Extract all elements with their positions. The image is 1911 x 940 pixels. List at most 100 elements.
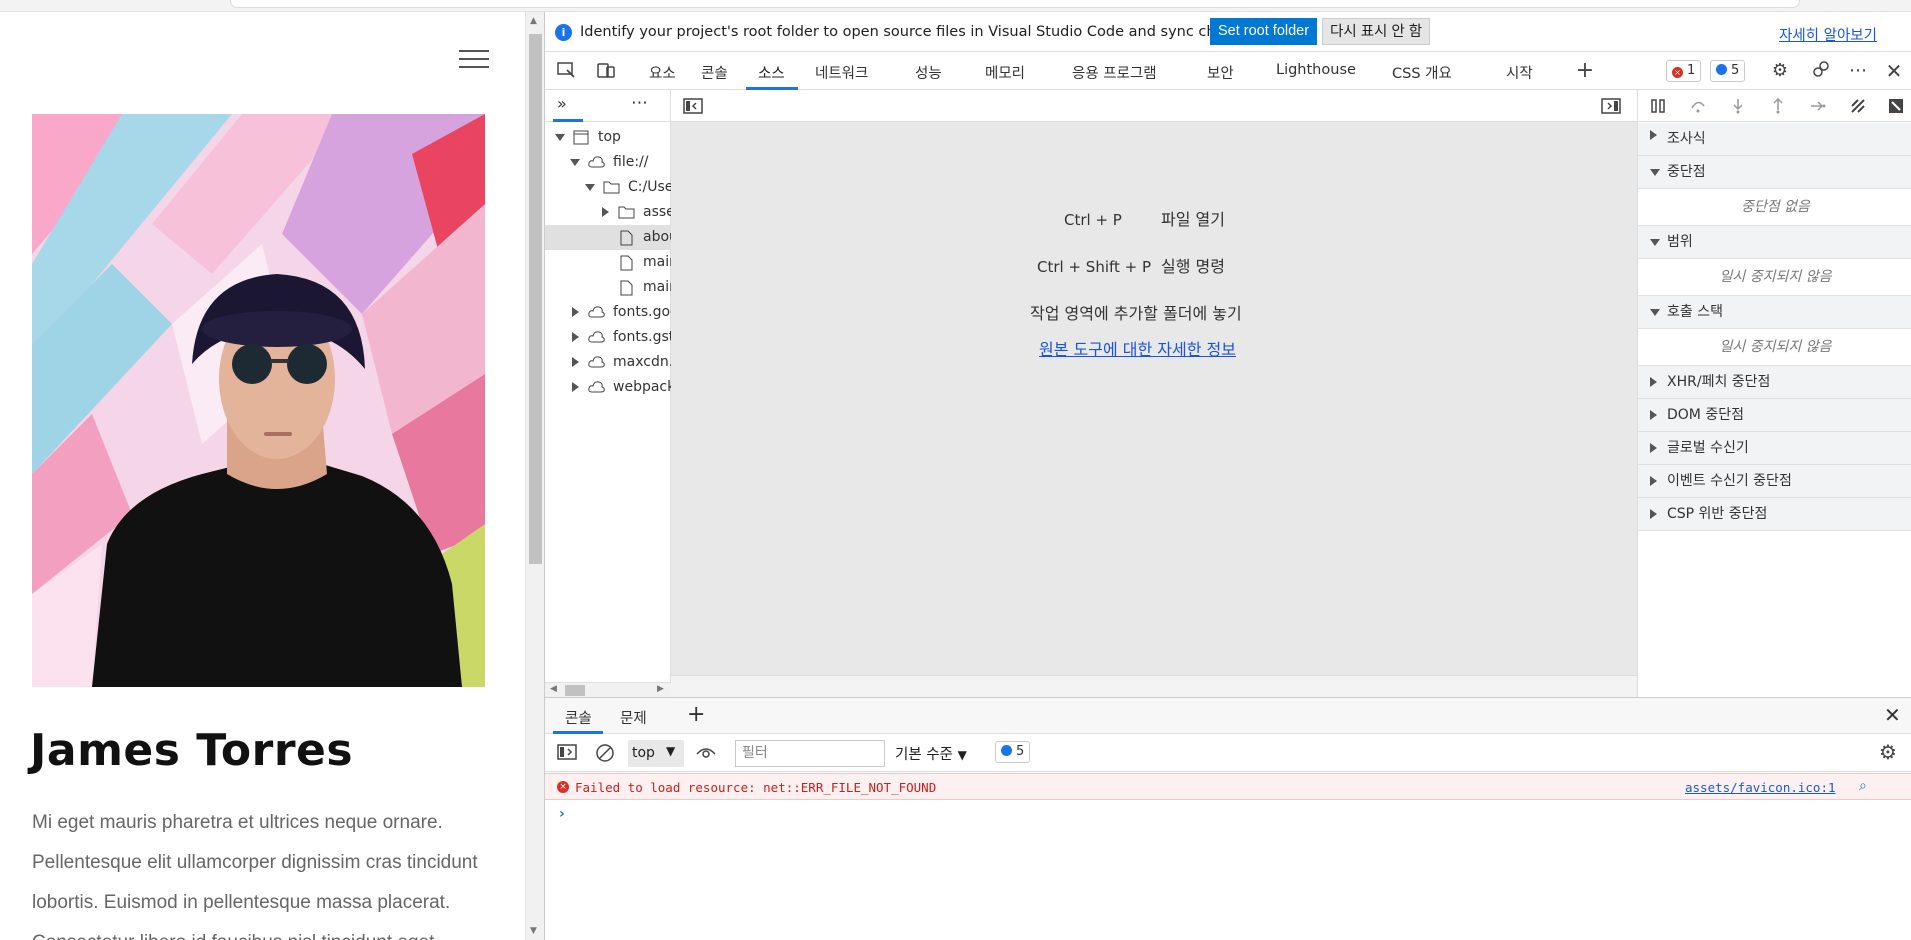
tree-item-main-file[interactable]: main: [545, 275, 671, 300]
collapse-arrow-icon[interactable]: [572, 382, 579, 392]
scroll-right-icon[interactable]: ▶: [657, 684, 664, 694]
pause-icon[interactable]: [1650, 98, 1666, 114]
expand-arrow-icon[interactable]: [1650, 239, 1660, 246]
drawer-tab-issues[interactable]: 문제: [620, 707, 647, 728]
pause-on-exceptions-icon[interactable]: [1888, 98, 1904, 114]
tab-welcome[interactable]: 시작: [1506, 62, 1533, 83]
close-devtools-icon[interactable]: ✕: [1883, 60, 1905, 82]
tab-css-overview[interactable]: CSS 개요: [1392, 62, 1452, 83]
console-filter-input[interactable]: 필터: [735, 740, 885, 767]
tree-item-top[interactable]: top: [545, 125, 671, 150]
expand-arrow-icon[interactable]: [555, 134, 565, 141]
step-icon[interactable]: [1810, 98, 1826, 114]
tab-application[interactable]: 응용 프로그램: [1072, 62, 1157, 83]
devtools-panel: i Identify your project's root folder to…: [544, 12, 1911, 940]
tab-lighthouse[interactable]: Lighthouse: [1276, 62, 1356, 78]
more-tabs-icon[interactable]: »: [557, 94, 567, 113]
context-selector[interactable]: top ▼: [628, 740, 684, 767]
search-icon[interactable]: ⌕: [1859, 778, 1867, 794]
tab-elements[interactable]: 요소: [649, 62, 676, 83]
live-expression-eye-icon[interactable]: [696, 745, 716, 761]
tab-network[interactable]: 네트워크: [815, 62, 868, 83]
sources-learn-more-link[interactable]: 원본 도구에 대한 자세한 정보: [1039, 336, 1236, 360]
tree-item-fonts-googleapis[interactable]: fonts.googleapis: [545, 300, 671, 325]
collapse-arrow-icon[interactable]: [572, 332, 579, 342]
call-stack-section[interactable]: 호출 스택: [1638, 296, 1911, 329]
address-bar[interactable]: [230, 0, 1800, 8]
add-tab-icon[interactable]: +: [1574, 60, 1596, 82]
tree-item-assets-folder[interactable]: assets: [545, 200, 671, 225]
collapse-arrow-icon[interactable]: [1650, 410, 1657, 420]
navigator-menu-icon[interactable]: ⋯: [631, 93, 648, 113]
drawer-tab-console[interactable]: 콘솔: [565, 707, 592, 728]
xhr-breakpoints-section[interactable]: XHR/페치 중단점: [1638, 366, 1911, 399]
collapse-arrow-icon[interactable]: [602, 207, 609, 217]
bio-line: lobortis. Euismod in pellentesque massa …: [32, 892, 451, 913]
expand-arrow-icon[interactable]: [570, 159, 580, 166]
scope-section[interactable]: 범위: [1638, 226, 1911, 259]
console-prompt-chevron-icon[interactable]: ›: [559, 806, 565, 822]
set-root-folder-button[interactable]: Set root folder: [1210, 18, 1318, 45]
scroll-down-icon[interactable]: ▼: [530, 926, 537, 936]
tab-sources[interactable]: 소스: [758, 62, 785, 83]
console-settings-gear-icon[interactable]: ⚙: [1879, 740, 1897, 764]
tab-performance[interactable]: 성능: [915, 62, 942, 83]
tree-item-webpack[interactable]: webpack: [545, 375, 671, 400]
tree-item-main-file[interactable]: main: [545, 250, 671, 275]
close-drawer-icon[interactable]: ✕: [1884, 703, 1901, 727]
collapse-arrow-icon[interactable]: [572, 357, 579, 367]
watch-section[interactable]: 조사식: [1638, 123, 1911, 156]
scroll-up-icon[interactable]: ▲: [530, 16, 537, 26]
navigator-scroll-thumb[interactable]: [565, 685, 585, 696]
collapse-arrow-icon[interactable]: [1650, 509, 1657, 519]
error-count-badge[interactable]: × 1: [1666, 60, 1702, 82]
csp-violation-breakpoints-section[interactable]: CSP 위반 중단점: [1638, 498, 1911, 531]
clear-console-icon[interactable]: [595, 743, 615, 763]
collapse-arrow-icon[interactable]: [1650, 476, 1657, 486]
error-source-link[interactable]: assets/favicon.ico:1: [1685, 780, 1836, 795]
tree-item-file[interactable]: file://: [545, 150, 671, 175]
connection-icon[interactable]: [1810, 60, 1832, 82]
tree-item-fonts-gstatic[interactable]: fonts.gstatic: [545, 325, 671, 350]
dont-show-again-button[interactable]: 다시 표시 안 함: [1322, 18, 1431, 45]
global-listeners-section[interactable]: 글로벌 수신기: [1638, 432, 1911, 465]
learn-more-link[interactable]: 자세히 알아보기: [1779, 24, 1877, 45]
device-emulation-icon[interactable]: [595, 60, 617, 82]
step-into-icon[interactable]: [1730, 98, 1746, 114]
debugger-toolbar: [1638, 90, 1911, 122]
breakpoints-section[interactable]: 중단점: [1638, 156, 1911, 189]
deactivate-breakpoints-icon[interactable]: [1850, 98, 1866, 114]
console-message-count-badge[interactable]: 5: [995, 741, 1031, 763]
tab-console[interactable]: 콘솔: [701, 62, 728, 83]
tab-security[interactable]: 보안: [1207, 62, 1234, 83]
drawer-add-tab-icon[interactable]: +: [687, 702, 705, 727]
scroll-left-icon[interactable]: ◀: [550, 684, 557, 694]
collapse-arrow-icon[interactable]: [572, 307, 579, 317]
step-over-icon[interactable]: [1690, 98, 1706, 114]
toggle-debugger-icon[interactable]: [1601, 98, 1621, 114]
settings-gear-icon[interactable]: ⚙: [1769, 60, 1791, 82]
message-count-badge[interactable]: 5: [1710, 60, 1746, 82]
navigator-horizontal-scrollbar[interactable]: ◀ ▶: [545, 682, 671, 697]
tree-item-about-file[interactable]: about: [545, 225, 671, 250]
expand-arrow-icon[interactable]: [1650, 169, 1660, 176]
event-listener-breakpoints-section[interactable]: 이벤트 수신기 중단점: [1638, 465, 1911, 498]
tree-item-maxcdn[interactable]: maxcdn.: [545, 350, 671, 375]
dom-breakpoints-section[interactable]: DOM 중단점: [1638, 399, 1911, 432]
inspect-element-icon[interactable]: [555, 60, 577, 82]
expand-arrow-icon[interactable]: [1650, 309, 1660, 316]
tree-item-users-folder[interactable]: C:/Users: [545, 175, 671, 200]
collapse-arrow-icon[interactable]: [1650, 443, 1657, 453]
expand-arrow-icon[interactable]: [585, 184, 595, 191]
console-sidebar-icon[interactable]: [557, 744, 577, 760]
page-scrollbar[interactable]: ▲ ▼: [525, 12, 544, 940]
more-options-icon[interactable]: ⋯: [1847, 60, 1869, 82]
collapse-arrow-icon[interactable]: [1650, 130, 1657, 140]
step-out-icon[interactable]: [1770, 98, 1786, 114]
collapse-arrow-icon[interactable]: [1650, 377, 1657, 387]
page-scrollbar-thumb[interactable]: [529, 34, 542, 564]
hamburger-menu-icon[interactable]: [459, 48, 491, 72]
tab-memory[interactable]: 메모리: [985, 62, 1025, 83]
log-level-selector[interactable]: 기본 수준 ▼: [895, 743, 967, 764]
toggle-navigator-icon[interactable]: [683, 98, 703, 114]
